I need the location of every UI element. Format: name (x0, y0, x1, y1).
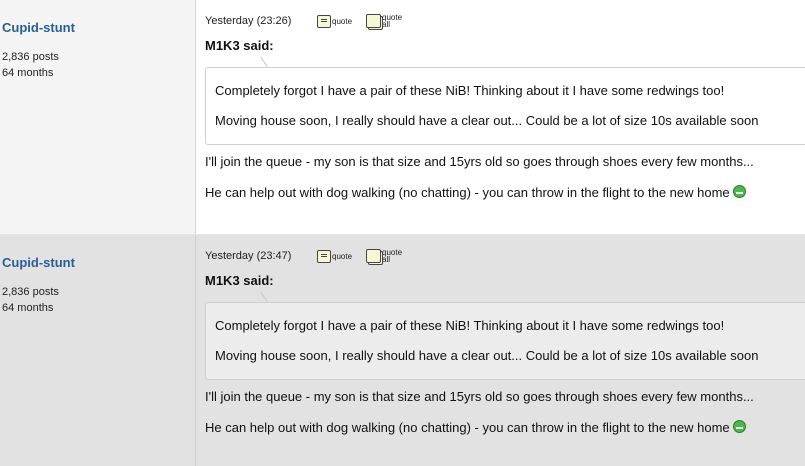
smiley-icon (733, 185, 747, 198)
username-link[interactable]: Cupid-stunt (2, 20, 195, 35)
quote-button-label: quote (332, 16, 353, 26)
quote-icon (317, 14, 331, 28)
quote-button[interactable]: quote (317, 249, 353, 263)
post-meta: Yesterday (23:26) quote quote all (205, 12, 805, 30)
post-content: Yesterday (23:47) quote quote all M1K3 s… (196, 235, 805, 466)
forum-post: Cupid-stunt 2,836 posts 64 months Yester… (0, 235, 805, 466)
post-count: 2,836 posts (2, 286, 59, 298)
post-count: 2,836 posts (2, 51, 59, 63)
quote-line: Completely forgot I have a pair of these… (215, 318, 725, 333)
post-date: Yesterday (23:47) (205, 250, 292, 262)
author-panel: Cupid-stunt 2,836 posts 64 months (0, 0, 196, 234)
post-date: Yesterday (23:26) (205, 15, 292, 27)
member-tenure: 64 months (2, 302, 54, 314)
body-line: He can help out with dog walking (no cha… (205, 420, 730, 435)
quote-all-button[interactable]: quote all (366, 249, 402, 264)
quote-all-icon (366, 14, 382, 28)
forum-post: Cupid-stunt 2,836 posts 64 months Yester… (0, 0, 805, 235)
quote-line: Moving house soon, I really should have … (215, 348, 759, 363)
post-body: I'll join the queue - my son is that siz… (205, 153, 805, 215)
post-meta: Yesterday (23:47) quote quote all (205, 247, 805, 265)
quote-block: Completely forgot I have a pair of these… (205, 302, 805, 380)
smiley-icon (733, 420, 747, 433)
quote-line: Completely forgot I have a pair of these… (215, 83, 725, 98)
quote-line: Moving house soon, I really should have … (215, 113, 759, 128)
quote-button[interactable]: quote (317, 14, 353, 28)
body-line-with-smiley: He can help out with dog walking (no cha… (205, 419, 805, 450)
author-panel: Cupid-stunt 2,836 posts 64 months (0, 235, 196, 466)
quote-all-icon (366, 249, 382, 263)
quoted-user: M1K3 said: (205, 38, 274, 53)
body-line: He can help out with dog walking (no cha… (205, 185, 730, 200)
quote-all-label-line2: all (382, 20, 391, 29)
body-line: I'll join the queue - my son is that siz… (205, 154, 754, 169)
quote-button-label: quote (332, 251, 353, 261)
quote-all-button[interactable]: quote all (366, 14, 402, 29)
member-tenure: 64 months (2, 67, 54, 79)
body-line-with-smiley: He can help out with dog walking (no cha… (205, 184, 805, 215)
username-link[interactable]: Cupid-stunt (2, 255, 195, 270)
post-body: I'll join the queue - my son is that siz… (205, 388, 805, 450)
quote-all-label: quote all (382, 249, 402, 264)
quote-all-label-line2: all (382, 255, 391, 264)
quote-icon (317, 249, 331, 263)
quote-block: Completely forgot I have a pair of these… (205, 67, 805, 145)
quoted-user: M1K3 said: (205, 273, 274, 288)
quote-all-label: quote all (382, 14, 402, 29)
body-line: I'll join the queue - my son is that siz… (205, 389, 754, 404)
post-content: Yesterday (23:26) quote quote all M1K3 s… (196, 0, 805, 234)
